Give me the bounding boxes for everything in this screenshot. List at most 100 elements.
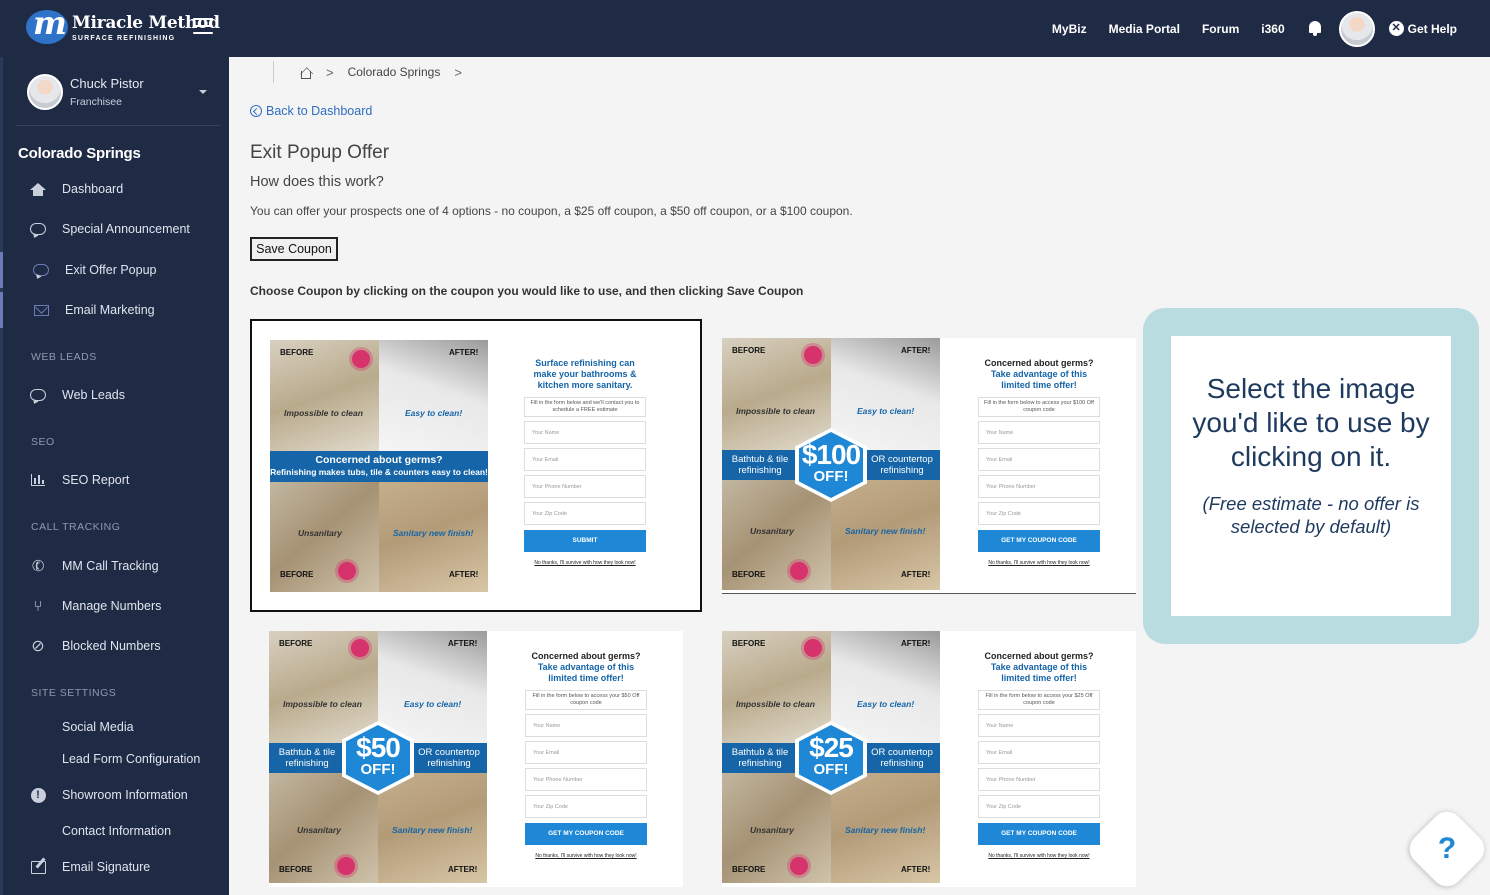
main-content: > Colorado Springs > Back to Dashboard E…: [229, 57, 1490, 895]
brand-logo[interactable]: Miracle Method SURFACE REFINISHING: [26, 10, 220, 44]
sidebar-item-label: Social Media: [62, 720, 134, 734]
back-to-dashboard-link[interactable]: Back to Dashboard: [250, 104, 372, 118]
caption-impossible: Impossible to clean: [736, 699, 815, 709]
before-label: BEFORE: [732, 346, 766, 355]
form-heading: Surface refinishing can make your bathro…: [533, 358, 637, 390]
coupon-form: Concerned about germs? Take advantage of …: [978, 651, 1100, 859]
coupon-form: Concerned about germs? Take advantage of …: [525, 651, 647, 859]
help-icon: ✕: [1388, 21, 1404, 36]
zip-field: Your Zip Code: [525, 795, 647, 818]
user-name: Chuck Pistor: [70, 76, 144, 91]
selection-callout: Select the image you'd like to use by cl…: [1143, 308, 1479, 644]
sidebar: Chuck Pistor Franchisee Colorado Springs…: [0, 57, 229, 895]
sidebar-item-seo-report[interactable]: SEO Report: [0, 462, 229, 498]
breadcrumb-current[interactable]: Colorado Springs: [348, 65, 441, 79]
zip-field: Your Zip Code: [978, 795, 1100, 818]
sidebar-item-social-media[interactable]: Social Media: [0, 709, 229, 745]
offer-off: OFF!: [813, 468, 849, 485]
after-label: AFTER!: [448, 639, 478, 648]
sidebar-item-label: Special Announcement: [62, 222, 190, 236]
coupon-option-free-estimate[interactable]: BEFORE Impossible to clean AFTER! Easy to …: [250, 319, 702, 612]
side-label-countertop: OR countertop refinishing: [411, 743, 487, 773]
sidebar-item-dashboard[interactable]: Dashboard: [0, 171, 229, 207]
coupon-option-100[interactable]: BEFORE Impossible to clean AFTER! Easy to …: [722, 338, 1136, 594]
get-help-label: Get Help: [1407, 21, 1457, 36]
germ-icon: [790, 562, 808, 580]
email-field: Your Email: [978, 741, 1100, 764]
nav-media-portal[interactable]: Media Portal: [1109, 22, 1180, 36]
sidebar-item-manage-numbers[interactable]: ⑂ Manage Numbers: [0, 588, 229, 624]
caret-down-icon: [199, 90, 207, 94]
save-coupon-button[interactable]: Save Coupon: [250, 237, 338, 261]
caption-impossible: Impossible to clean: [284, 408, 363, 418]
nav-mybiz[interactable]: MyBiz: [1052, 22, 1087, 36]
sidebar-item-email-signature[interactable]: Email Signature: [0, 849, 229, 885]
side-label-countertop: OR countertop refinishing: [864, 743, 940, 773]
caption-easy: Easy to clean!: [404, 699, 462, 709]
chat-icon: [32, 262, 50, 278]
caption-unsanitary: Unsanitary: [297, 825, 341, 835]
offer-amount: $25: [809, 732, 854, 763]
coupon-image: BEFORE Impossible to clean AFTER! Easy to …: [269, 631, 487, 884]
chat-icon: [29, 387, 47, 403]
offer-off: OFF!: [360, 761, 396, 778]
sidebar-item-lead-form-configuration[interactable]: Lead Form Configuration: [0, 741, 229, 777]
edit-icon: [29, 859, 47, 875]
sidebar-item-label: Manage Numbers: [62, 599, 162, 613]
phone-field: Your Phone Number: [978, 768, 1100, 791]
instruction-text: Choose Coupon by clicking on the coupon …: [250, 284, 804, 298]
coupon-option-25[interactable]: BEFORE Impossible to clean AFTER! Easy to …: [722, 631, 1136, 887]
sidebar-item-email-marketing[interactable]: Email Marketing: [0, 292, 229, 328]
no-thanks-link: No thanks, I'll survive with how they lo…: [988, 853, 1090, 859]
email-field: Your Email: [524, 448, 646, 471]
side-label-bathtub: Bathtub & tile refinishing: [722, 450, 798, 480]
form-heading: Concerned about germs? Take advantage of …: [984, 651, 1094, 683]
home-icon: [29, 181, 47, 197]
brand-tagline: SURFACE REFINISHING: [72, 34, 176, 42]
sidebar-item-web-leads[interactable]: Web Leads: [0, 377, 229, 413]
before-label: BEFORE: [279, 639, 313, 648]
home-icon[interactable]: [298, 66, 312, 79]
coupon-image: BEFORE Impossible to clean AFTER! Easy to …: [722, 631, 940, 884]
coupon-image: BEFORE Impossible to clean AFTER! Easy to …: [722, 338, 940, 591]
coupon-image: BEFORE Impossible to clean AFTER! Easy to …: [270, 340, 488, 593]
user-role: Franchisee: [70, 96, 122, 108]
germ-icon: [790, 857, 808, 875]
sidebar-item-mm-call-tracking[interactable]: ✆ MM Call Tracking: [0, 548, 229, 584]
coupon-code-button: GET MY COUPON CODE: [978, 530, 1100, 552]
sidebar-item-label: Lead Form Configuration: [62, 752, 201, 766]
no-thanks-link: No thanks, I'll survive with how they lo…: [535, 853, 637, 859]
get-help-button[interactable]: ✕ Get Help: [1388, 21, 1457, 36]
nav-i360[interactable]: i360: [1261, 22, 1284, 36]
sidebar-item-showroom-information[interactable]: ! Showroom Information: [0, 777, 229, 813]
coupon-option-50[interactable]: BEFORE Impossible to clean AFTER! Easy to …: [269, 631, 683, 887]
sidebar-item-exit-offer-popup[interactable]: Exit Offer Popup: [0, 252, 229, 288]
sidebar-item-contact-information[interactable]: Contact Information: [0, 813, 229, 849]
bell-icon[interactable]: [1307, 20, 1323, 37]
caption-sanitary: Sanitary new finish!: [845, 825, 926, 835]
name-field: Your Name: [524, 421, 646, 444]
before-label: BEFORE: [280, 570, 314, 579]
sidebar-item-blocked-numbers[interactable]: ⊘ Blocked Numbers: [0, 628, 229, 664]
breadcrumb: > Colorado Springs >: [273, 61, 476, 83]
sidebar-item-special-announcement[interactable]: Special Announcement: [0, 211, 229, 247]
sidebar-item-label: Showroom Information: [62, 788, 188, 802]
after-label: AFTER!: [901, 570, 931, 579]
form-note: Fill in the form below to access your $5…: [525, 690, 647, 710]
page-description: You can offer your prospects one of 4 op…: [250, 204, 853, 218]
envelope-icon: [32, 302, 50, 318]
chevron-right-icon: >: [326, 64, 334, 80]
help-button[interactable]: ?: [1403, 805, 1490, 893]
user-menu[interactable]: Chuck Pistor Franchisee: [27, 74, 217, 114]
caption-sanitary: Sanitary new finish!: [845, 526, 926, 536]
top-bar: Miracle Method SURFACE REFINISHING MyBiz…: [0, 0, 1490, 57]
submit-button: SUBMIT: [524, 530, 646, 552]
no-thanks-link: No thanks, I'll survive with how they lo…: [988, 560, 1090, 566]
nav-forum[interactable]: Forum: [1202, 22, 1239, 36]
chevron-right-icon: >: [454, 64, 462, 80]
menu-toggle-icon[interactable]: [193, 18, 213, 34]
sidebar-item-label: Email Signature: [62, 860, 151, 874]
avatar[interactable]: [1338, 10, 1375, 47]
germ-icon: [351, 639, 369, 657]
caption-unsanitary: Unsanitary: [750, 825, 794, 835]
